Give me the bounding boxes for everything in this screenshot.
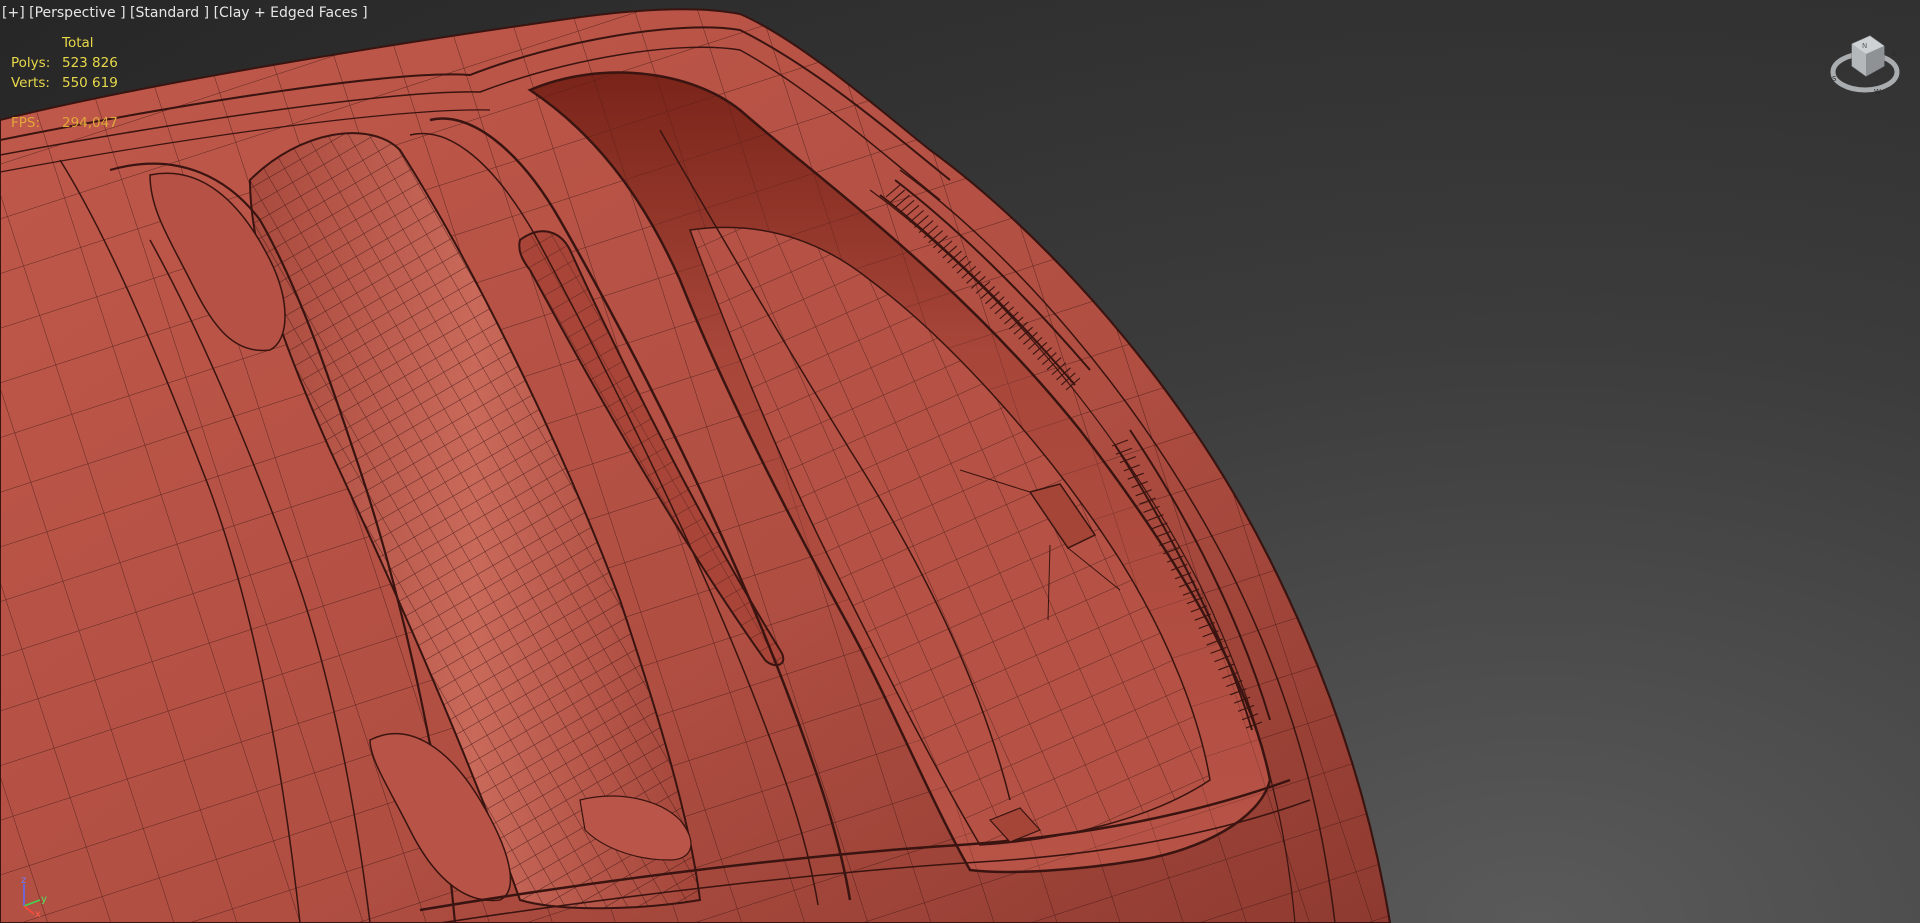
stats-fps-value: 294,047: [62, 115, 118, 131]
statistics-overlay: Total Polys: 523 826 Verts: 550 619 FPS:…: [11, 33, 118, 133]
stats-verts-label: Verts:: [11, 75, 50, 91]
clay-mesh-render: [0, 8, 1392, 923]
stats-polys-row: Polys: 523 826: [11, 53, 118, 73]
axis-z-label: z: [21, 875, 26, 886]
axis-x-label: x: [35, 909, 41, 918]
viewcube-icon: N S E W N: [1830, 35, 1900, 96]
stats-polys-label: Polys:: [11, 55, 51, 71]
viewcube-compass-s: S: [1832, 75, 1837, 83]
viewport-shading-standard[interactable]: [Standard ]: [130, 5, 209, 21]
axis-tripod-icon: z y x: [21, 875, 47, 920]
viewcube[interactable]: N S E W N: [1828, 26, 1902, 100]
viewport-3d[interactable]: [0, 0, 1920, 923]
axis-tripod: z y x: [14, 872, 60, 920]
stats-verts-value: 550 619: [62, 75, 118, 91]
viewcube-compass-e: E: [1892, 50, 1896, 58]
viewport-menu-plus[interactable]: [+]: [2, 5, 25, 21]
stats-polys-value: 523 826: [62, 55, 118, 71]
viewport-display-mode[interactable]: [Clay + Edged Faces ]: [214, 5, 368, 21]
viewport-labels: [+] [Perspective ] [Standard ] [Clay + E…: [2, 5, 368, 21]
axis-y-label: y: [41, 894, 47, 905]
stats-fps-row: FPS: 294,047: [11, 113, 118, 133]
stats-verts-row: Verts: 550 619: [11, 73, 118, 93]
viewcube-compass-w: W: [1874, 88, 1881, 96]
stats-fps-label: FPS:: [11, 115, 41, 131]
viewport-view-perspective[interactable]: [Perspective ]: [29, 5, 125, 21]
svg-text:N: N: [1862, 42, 1867, 50]
stats-header: Total: [62, 35, 94, 51]
